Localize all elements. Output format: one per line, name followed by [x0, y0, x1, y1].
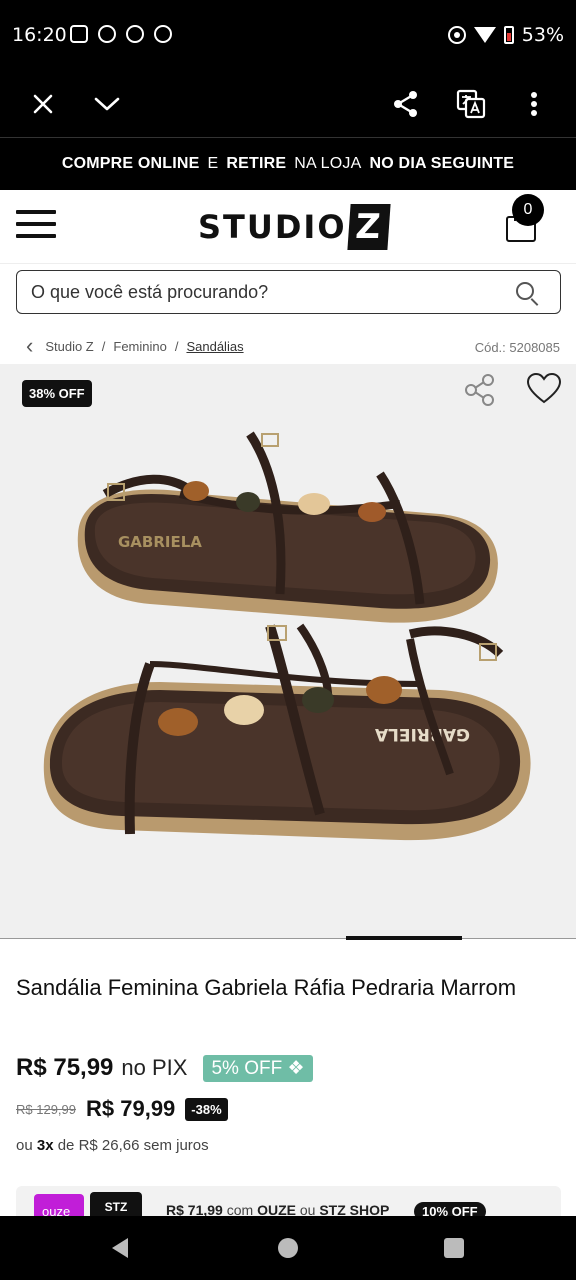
back-icon[interactable]: [112, 1238, 128, 1258]
browser-toolbar: [0, 70, 576, 138]
chevron-left-icon[interactable]: ‹: [26, 335, 33, 357]
breadcrumb-feminino[interactable]: Feminino: [113, 339, 166, 354]
current-price: R$ 79,99: [86, 1096, 176, 1121]
wifi-icon: [473, 27, 496, 43]
search-input[interactable]: O que você está procurando?: [16, 270, 561, 314]
sole-brand-text-front: GABRIELA: [374, 724, 470, 744]
battery-icon: [503, 26, 514, 44]
old-price: R$ 129,99: [16, 1101, 76, 1117]
share-icon[interactable]: [462, 372, 498, 413]
pix-price-row: R$ 75,99 no PIX 5% OFF ❖: [16, 1054, 313, 1082]
data-saver-icon: [447, 26, 466, 44]
product-code: Cód.: 5208085: [474, 340, 560, 355]
installments: ou 3x de R$ 26,66 sem juros: [16, 1137, 209, 1154]
sim-icon: [70, 25, 88, 43]
menu-icon[interactable]: [16, 210, 56, 242]
pix-icon: ❖: [287, 1057, 305, 1079]
promo-part-1: COMPRE ONLINE: [61, 155, 200, 172]
breadcrumb: ‹ Studio Z / Feminino / Sandálias: [26, 335, 244, 357]
discount-badge: 38% OFF: [22, 380, 92, 407]
promo-part-4: NA LOJA: [294, 155, 362, 172]
pix-label: no PIX: [121, 1055, 188, 1080]
sandal-back: GABRIELA: [77, 431, 498, 623]
sandals-illustration: GABRIELA GABRIELA: [43, 431, 531, 841]
promo-part-2: E: [207, 155, 219, 172]
logo-text: STUDIO: [198, 208, 347, 246]
studio-z-logo[interactable]: STUDIO Z: [198, 202, 391, 252]
breadcrumb-sandalias[interactable]: Sandálias: [186, 339, 243, 354]
product-image[interactable]: GABRIELA GABRIELA 38% OFF: [0, 364, 576, 938]
image-carousel-indicator[interactable]: [346, 936, 462, 940]
share-icon[interactable]: [386, 84, 426, 124]
status-right: 53%: [447, 24, 564, 46]
pix-discount-text: 5% OFF: [211, 1057, 283, 1079]
recents-icon[interactable]: [444, 1238, 464, 1258]
notification-icons: [70, 25, 172, 43]
installments-prefix: ou: [16, 1137, 33, 1154]
sole-brand-text: GABRIELA: [118, 533, 202, 551]
close-icon[interactable]: [23, 84, 63, 124]
battery-percent: 53%: [521, 24, 564, 46]
sandal-front: GABRIELA: [43, 623, 531, 841]
system-nav-bar: [0, 1216, 576, 1280]
discount-percent-badge: -38%: [185, 1097, 228, 1121]
installments-suffix: de R$ 26,66 sem juros: [57, 1137, 209, 1154]
installments-count: 3x: [36, 1137, 54, 1154]
chevron-down-icon[interactable]: [87, 84, 127, 124]
logo-mark: Z: [346, 204, 391, 250]
breadcrumb-studio-z[interactable]: Studio Z: [45, 339, 93, 354]
motorola-icon: [126, 25, 144, 43]
search-placeholder: O que você está procurando?: [31, 281, 269, 302]
home-icon[interactable]: [278, 1238, 298, 1258]
promo-part-5: NO DIA SEGUINTE: [369, 155, 515, 172]
pix-price: R$ 75,99: [16, 1054, 114, 1081]
promo-part-3: RETIRE: [226, 155, 287, 172]
promo-banner[interactable]: COMPRE ONLINE E RETIRE NA LOJA NO DIA SE…: [0, 138, 576, 190]
breadcrumb-separator: /: [174, 338, 179, 354]
translate-icon[interactable]: [451, 84, 491, 124]
price-row: R$ 129,99 R$ 79,99 -38%: [16, 1096, 228, 1122]
partner-offer[interactable]: ouze STZ R$ 71,99 com OUZE ou STZ SHOP 1…: [16, 1186, 561, 1220]
more-options-icon[interactable]: [514, 84, 554, 124]
pix-discount-badge: 5% OFF ❖: [203, 1054, 313, 1082]
status-bar: 16:20 53%: [0, 0, 576, 70]
breadcrumb-separator: /: [101, 338, 106, 354]
heart-icon[interactable]: [526, 372, 562, 411]
image-divider: [0, 938, 576, 939]
search-icon[interactable]: [516, 282, 534, 300]
cart-count-badge[interactable]: 0: [512, 194, 544, 226]
record-icon: [154, 25, 172, 43]
site-header: STUDIO Z: [0, 190, 576, 264]
status-time: 16:20: [12, 24, 67, 46]
product-title: Sandália Feminina Gabriela Ráfia Pedrari…: [16, 975, 517, 1000]
fan-icon: [98, 25, 116, 43]
